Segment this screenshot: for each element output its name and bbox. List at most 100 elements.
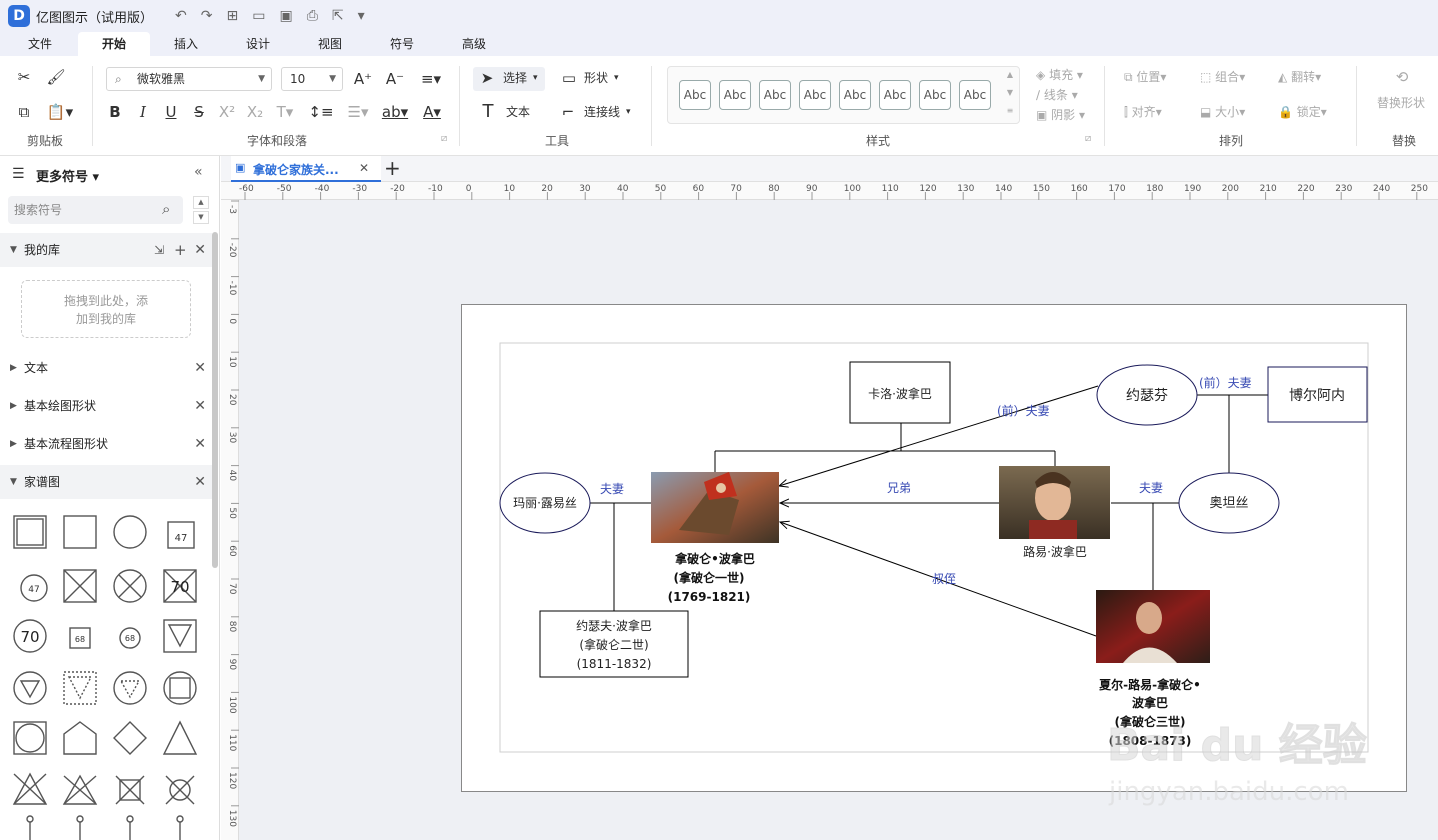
redo-icon[interactable]: ↷ — [201, 8, 213, 24]
text-align-icon[interactable]: ≡▾ — [416, 68, 446, 90]
connector-tool-button[interactable]: ⌐ 连接线 ▾ — [558, 101, 638, 125]
symbol-pregnancy-circle[interactable] — [13, 671, 47, 705]
import-icon[interactable]: ⇲ — [154, 233, 164, 267]
subscript-icon[interactable]: X₂ — [244, 101, 266, 123]
symbol-female-years[interactable]: 68 — [119, 627, 141, 649]
save-icon[interactable]: ▣ — [279, 8, 292, 24]
export-icon[interactable]: ⇱ — [332, 8, 344, 24]
gallery-more-icon[interactable]: ≡ — [1004, 104, 1016, 118]
symbol-triangle-crossed[interactable] — [12, 772, 48, 805]
superscript-icon[interactable]: X² — [216, 101, 238, 123]
style-dialog-launcher-icon[interactable]: ⧄ — [1082, 132, 1094, 146]
align-button[interactable]: ⫿ 对齐▾ — [1124, 101, 1162, 123]
format-painter-icon[interactable]: 🖌 — [44, 66, 68, 88]
genogram-symbol-grid[interactable]: 47 47 70 70 68 68 — [0, 504, 212, 840]
increase-font-icon[interactable]: A⁺ — [352, 68, 374, 90]
close-icon[interactable]: ✕ — [194, 465, 206, 499]
node-louis[interactable]: 路易·波拿巴 — [999, 466, 1110, 559]
decrease-font-icon[interactable]: A⁻ — [384, 68, 406, 90]
symbol-diamond[interactable] — [113, 721, 147, 755]
search-icon[interactable]: ⌕ — [162, 200, 170, 218]
symbol-male-deceased-age[interactable]: 70 — [163, 569, 197, 603]
gallery-down-icon[interactable]: ▼ — [1004, 86, 1016, 100]
tab-insert[interactable]: 插入 — [150, 32, 222, 56]
node-napoleon-2[interactable]: 约瑟夫·波拿巴 (拿破仑二世) (1811-1832) — [539, 610, 689, 678]
edge-label-spouse-2[interactable]: 夫妻 — [1139, 481, 1163, 495]
style-preset-4[interactable]: Abc — [799, 80, 831, 110]
flip-button[interactable]: ◭ 翻转▾ — [1278, 66, 1321, 88]
copy-icon[interactable]: ⧉ — [12, 101, 36, 123]
add-icon[interactable]: + — [174, 233, 187, 267]
close-icon[interactable]: ✕ — [194, 427, 206, 461]
open-folder-icon[interactable]: ▭ — [252, 8, 265, 24]
symbol-male-deceased[interactable] — [63, 569, 97, 603]
symbol-square-circle[interactable] — [163, 671, 197, 705]
collapse-panel-icon[interactable]: « — [194, 164, 203, 180]
line-spacing-icon[interactable]: ↕≡ — [306, 101, 336, 123]
text-highlight-icon[interactable]: ab▾ — [380, 101, 410, 123]
edge-label-spouse-1[interactable]: 夫妻 — [600, 482, 624, 496]
group-button[interactable]: ⬚ 组合▾ — [1200, 66, 1245, 88]
scroll-down-icon[interactable]: ▼ — [193, 211, 209, 224]
style-preset-6[interactable]: Abc — [879, 80, 911, 110]
text-tool-button[interactable]: T 文本 — [478, 101, 538, 125]
edge-label-brothers[interactable]: 兄弟 — [887, 481, 911, 495]
symbol-plant-3[interactable] — [126, 815, 134, 840]
font-family-select[interactable]: ⌕ 微软雅黑 ▼ — [106, 67, 272, 91]
symbol-female[interactable] — [113, 515, 147, 549]
node-napoleon-1[interactable]: 拿破仑•波拿巴 (拿破仑一世) (1769-1821) — [651, 472, 779, 604]
line-button[interactable]: ∕ 线条 ▾ — [1036, 84, 1078, 106]
shadow-button[interactable]: ▣ 阴影 ▾ — [1036, 104, 1085, 126]
tab-file[interactable]: 文件 — [4, 32, 76, 56]
edge-label-nephew[interactable]: 叔侄 — [932, 572, 956, 586]
close-icon[interactable]: ✕ — [194, 389, 206, 423]
undo-icon[interactable]: ↶ — [175, 8, 187, 24]
style-preset-2[interactable]: Abc — [719, 80, 751, 110]
section-text[interactable]: ▶ 文本 ✕ — [0, 351, 212, 385]
section-basic-shapes[interactable]: ▶ 基本绘图形状 ✕ — [0, 389, 212, 423]
drawing-canvas[interactable]: (前）夫妻 (前）夫妻 夫妻 兄弟 夫妻 叔侄 卡洛·波拿巴 约瑟芬 博尔阿内 … — [239, 200, 1438, 840]
symbol-circle-square[interactable] — [13, 721, 47, 755]
node-beauharnais[interactable]: 博尔阿内 — [1267, 366, 1368, 423]
font-size-select[interactable]: 10 ▼ — [281, 67, 343, 91]
node-hortense[interactable]: 奥坦丝 — [1178, 472, 1280, 534]
scroll-up-icon[interactable]: ▲ — [193, 196, 209, 209]
symbol-female-age[interactable]: 47 — [20, 574, 48, 602]
symbol-male-age[interactable]: 47 — [167, 521, 195, 549]
symbol-plant-4[interactable] — [176, 815, 184, 840]
library-scrollbar[interactable] — [212, 232, 218, 568]
style-preset-8[interactable]: Abc — [959, 80, 991, 110]
position-button[interactable]: ⧉ 位置▾ — [1124, 66, 1166, 88]
close-icon[interactable]: ✕ — [194, 351, 206, 385]
symbol-pregnancy-box[interactable] — [163, 619, 197, 653]
text-case-icon[interactable]: T▾ — [272, 101, 298, 123]
section-basic-flowchart[interactable]: ▶ 基本流程图形状 ✕ — [0, 427, 212, 461]
italic-icon[interactable]: I — [133, 101, 153, 123]
cut-icon[interactable]: ✂ — [12, 66, 36, 88]
symbol-triangle[interactable] — [162, 720, 198, 755]
close-icon[interactable]: ✕ — [194, 233, 206, 267]
symbol-female-deceased-age[interactable]: 70 — [13, 619, 47, 653]
select-tool-button[interactable]: ➤ 选择 ▾ — [473, 67, 545, 91]
more-symbols-button[interactable]: 更多符号 ▾ — [36, 166, 99, 185]
symbol-triangle-crossed-2[interactable] — [62, 774, 98, 805]
edge-label-ex-spouse-1[interactable]: (前）夫妻 — [997, 403, 1050, 418]
underline-icon[interactable]: U — [161, 101, 181, 123]
symbol-miscarriage-circle[interactable] — [113, 671, 147, 705]
style-preset-7[interactable]: Abc — [919, 80, 951, 110]
symbol-miscarriage-box[interactable] — [63, 671, 97, 705]
replace-shape-icon[interactable]: ⟲ — [1390, 66, 1414, 88]
symbol-square-crossed-small[interactable] — [115, 775, 145, 805]
section-genogram[interactable]: ▼ 家谱图 ✕ — [0, 465, 212, 499]
bold-icon[interactable]: B — [105, 101, 125, 123]
paste-icon[interactable]: 📋▾ — [44, 101, 76, 123]
replace-shape-button[interactable]: 替换形状 — [1377, 92, 1425, 114]
shape-tool-button[interactable]: ▭ 形状 ▾ — [558, 67, 628, 91]
symbol-plant-1[interactable] — [26, 815, 34, 840]
fill-button[interactable]: ◈ 填充 ▾ — [1036, 64, 1083, 86]
close-tab-icon[interactable]: ✕ — [359, 161, 369, 175]
tab-design[interactable]: 设计 — [222, 32, 294, 56]
gallery-up-icon[interactable]: ▲ — [1004, 68, 1016, 82]
style-preset-3[interactable]: Abc — [759, 80, 791, 110]
symbol-male[interactable] — [13, 515, 47, 549]
